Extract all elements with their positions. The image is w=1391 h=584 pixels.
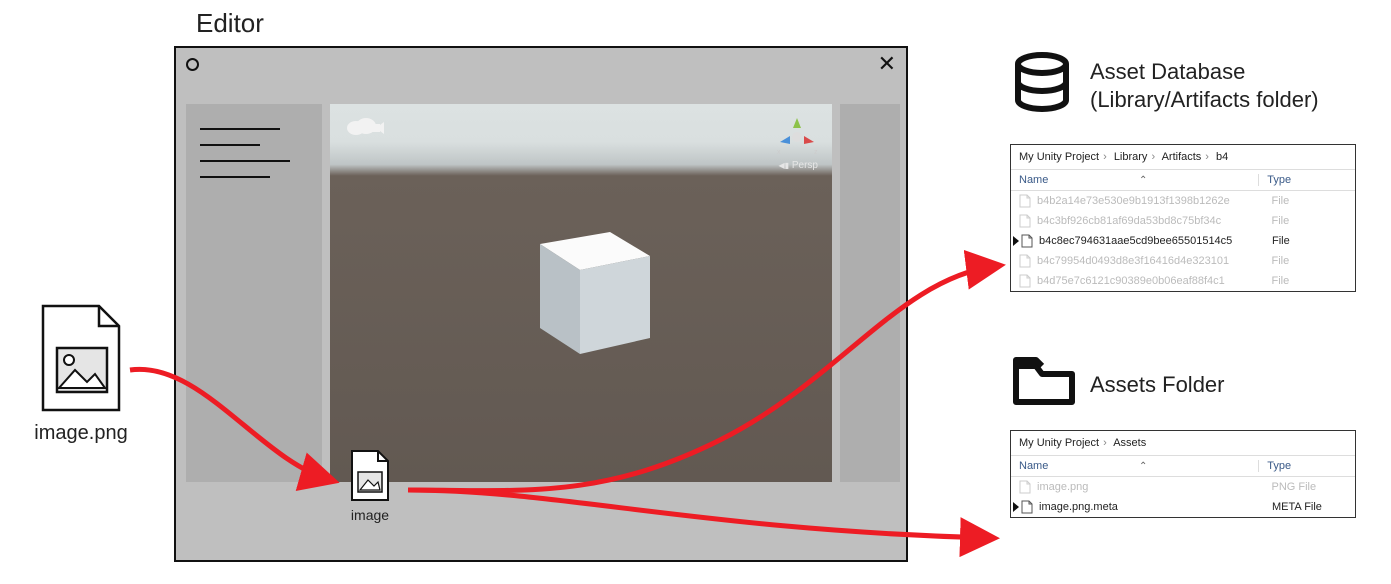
- hierarchy-line: [200, 144, 260, 146]
- table-row[interactable]: b4d75e7c6121c90389e0b06eaf88f4c1File: [1011, 271, 1355, 291]
- file-image-icon: [35, 304, 127, 416]
- hierarchy-line: [200, 160, 290, 162]
- breadcrumb[interactable]: My Unity Project› Assets: [1011, 431, 1355, 456]
- table-row[interactable]: image.png.metaMETA File: [1011, 497, 1355, 517]
- table-row[interactable]: b4b2a14e73e530e9b1913f1398b1262eFile: [1011, 191, 1355, 211]
- titlebar: ✕: [176, 48, 906, 80]
- artifacts-explorer[interactable]: My Unity Project› Library› Artifacts› b4…: [1010, 144, 1356, 292]
- database-icon: [1010, 52, 1074, 116]
- project-asset[interactable]: image: [348, 450, 392, 523]
- project-asset-name: image: [348, 507, 392, 523]
- orientation-gizmo[interactable]: x z: [774, 114, 820, 160]
- editor-title: Editor: [196, 8, 264, 39]
- folder-icon: [1012, 356, 1076, 408]
- hierarchy-line: [200, 128, 280, 130]
- table-row[interactable]: image.pngPNG File: [1011, 477, 1355, 497]
- column-headers[interactable]: Name⌃ Type: [1011, 170, 1355, 191]
- table-row[interactable]: b4c8ec794631aae5cd9bee65501514c5File: [1011, 231, 1355, 251]
- editor-window: ✕ x z ◀▮ Persp: [174, 46, 908, 562]
- asset-database-title: Asset Database (Library/Artifacts folder…: [1090, 58, 1319, 113]
- camera-icon: [344, 114, 384, 138]
- assets-folder-title: Assets Folder: [1090, 372, 1225, 398]
- table-row[interactable]: b4c79954d0493d8e3f16416d4e323101File: [1011, 251, 1355, 271]
- svg-text:z: z: [814, 149, 818, 156]
- source-file: image.png: [32, 304, 130, 445]
- scene-view[interactable]: x z ◀▮ Persp: [330, 104, 832, 482]
- scene-cube[interactable]: [510, 204, 660, 364]
- hierarchy-panel[interactable]: [186, 104, 322, 482]
- file-image-icon: [348, 450, 392, 504]
- breadcrumb[interactable]: My Unity Project› Library› Artifacts› b4: [1011, 145, 1355, 170]
- table-row[interactable]: b4c3bf926cb81af69da53bd8c75bf34cFile: [1011, 211, 1355, 231]
- inspector-panel[interactable]: [840, 104, 900, 482]
- hierarchy-line: [200, 176, 270, 178]
- persp-label: ◀▮ Persp: [779, 160, 818, 171]
- svg-text:x: x: [777, 149, 781, 156]
- window-menu-icon[interactable]: [186, 58, 199, 71]
- close-icon[interactable]: ✕: [878, 51, 896, 77]
- source-file-name: image.png: [32, 422, 130, 445]
- assets-explorer[interactable]: My Unity Project› Assets Name⌃ Type imag…: [1010, 430, 1356, 518]
- column-headers[interactable]: Name⌃ Type: [1011, 456, 1355, 477]
